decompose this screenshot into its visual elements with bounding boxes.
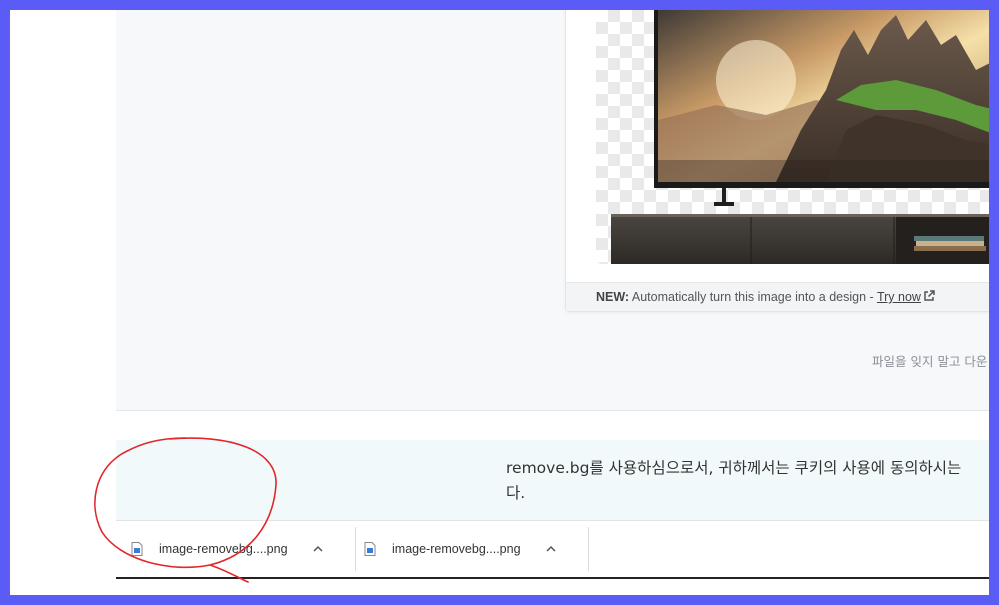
design-promo-bar: NEW: Automatically turn this image into … [566, 282, 989, 311]
tv-product-image [611, 10, 989, 264]
png-file-icon [131, 542, 143, 556]
download-shelf: image-removebg....png image-removebg....… [116, 520, 989, 578]
download-item[interactable]: image-removebg....png [364, 521, 557, 577]
result-image-preview[interactable] [596, 10, 989, 264]
cookie-notice: remove.bg를 사용하심으로서, 귀하께서는 쿠키의 사용에 동의하시는 … [116, 440, 989, 520]
download-separator [355, 527, 356, 571]
chevron-up-icon[interactable] [545, 543, 557, 555]
png-file-icon [364, 542, 376, 556]
browser-viewport: NEW: Automatically turn this image into … [10, 10, 989, 595]
download-reminder-text: 파일을 잊지 말고 다운 [872, 354, 988, 369]
chevron-up-icon[interactable] [312, 543, 324, 555]
download-item[interactable]: image-removebg....png [131, 521, 324, 577]
promo-new-label: NEW: [596, 290, 630, 304]
cookie-line-2: 다. [506, 484, 526, 502]
result-card: NEW: Automatically turn this image into … [565, 10, 989, 312]
cookie-line-1: remove.bg를 사용하심으로서, 귀하께서는 쿠키의 사용에 동의하시는 [506, 459, 962, 477]
section-divider [116, 410, 989, 411]
download-shelf-border [116, 577, 989, 579]
cookie-notice-text: remove.bg를 사용하심으로서, 귀하께서는 쿠키의 사용에 동의하시는 … [506, 456, 989, 506]
try-now-link[interactable]: Try now [877, 290, 921, 304]
promo-text: Automatically turn this image into a des… [629, 290, 877, 304]
external-link-icon[interactable] [923, 290, 935, 302]
download-filename: image-removebg....png [392, 542, 521, 556]
download-filename: image-removebg....png [159, 542, 288, 556]
download-separator [588, 527, 589, 571]
